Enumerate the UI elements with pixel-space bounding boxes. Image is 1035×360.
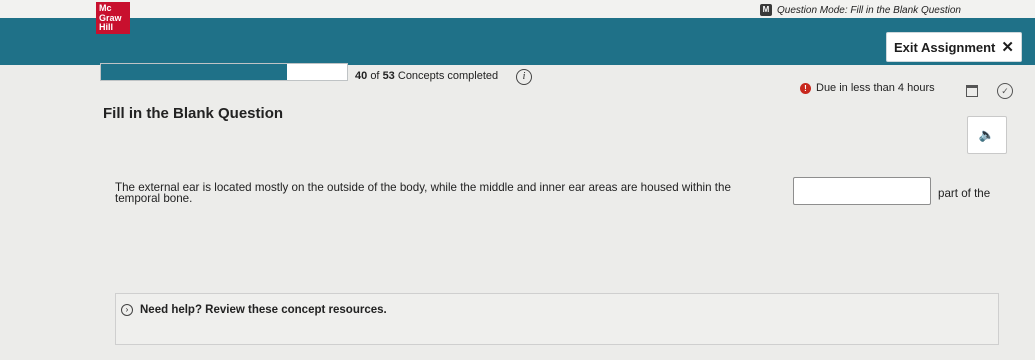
- info-icon[interactable]: i: [516, 69, 532, 85]
- question-text-line2: temporal bone.: [115, 192, 193, 205]
- question-text-line1: The external ear is located mostly on th…: [115, 181, 731, 194]
- read-aloud-button[interactable]: 🔈: [967, 116, 1007, 154]
- answer-blank-input[interactable]: [793, 177, 931, 205]
- mode-badge-icon: M: [760, 4, 772, 16]
- close-icon: ✕: [1001, 39, 1014, 56]
- exit-assignment-button[interactable]: Exit Assignment ✕: [886, 32, 1022, 62]
- calendar-icon[interactable]: [966, 85, 978, 97]
- warning-icon: !: [800, 82, 811, 94]
- chevron-right-icon: ›: [121, 304, 133, 316]
- question-mode-indicator: M Question Mode: Fill in the Blank Quest…: [760, 4, 961, 16]
- question-title: Fill in the Blank Question: [103, 105, 284, 122]
- progress-completed: 40: [355, 70, 368, 82]
- progress-total: 53: [382, 70, 395, 82]
- due-indicator: ! Due in less than 4 hours: [800, 82, 935, 94]
- logo-line: Hill: [99, 22, 114, 32]
- progress-text: 40 of 53 Concepts completed: [355, 70, 498, 82]
- exit-assignment-label: Exit Assignment: [894, 39, 996, 55]
- check-circle-icon[interactable]: ✓: [997, 83, 1013, 99]
- progress-label: Concepts completed: [397, 70, 499, 82]
- progress-bar: [100, 63, 348, 81]
- question-mode-text: Question Mode: Fill in the Blank Questio…: [777, 4, 961, 16]
- mcgraw-hill-logo: Mc Graw Hill: [96, 2, 130, 34]
- question-text-after-blank: part of the: [938, 187, 991, 200]
- progress-of: of: [370, 70, 380, 82]
- header-bar: [0, 18, 1035, 65]
- concept-resources-toggle[interactable]: › Need help? Review these concept resour…: [121, 304, 387, 316]
- help-label: Need help? Review these concept resource…: [140, 304, 387, 316]
- speaker-icon: 🔈: [978, 127, 996, 142]
- help-panel: [115, 293, 999, 345]
- progress-bar-fill: [101, 64, 287, 80]
- due-text: Due in less than 4 hours: [816, 82, 935, 94]
